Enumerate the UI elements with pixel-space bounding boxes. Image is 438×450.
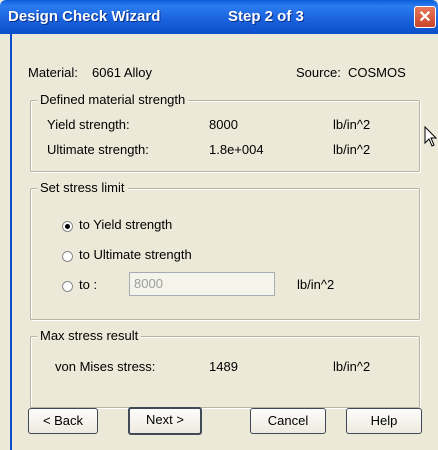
- radio-yield-strength[interactable]: [62, 221, 73, 232]
- defined-strength-group: Defined material strength Yield strength…: [30, 92, 420, 172]
- close-icon: ✕: [418, 9, 432, 26]
- custom-stress-input[interactable]: 8000: [129, 272, 275, 296]
- yield-strength-unit: lb/in^2: [333, 117, 371, 132]
- stress-limit-legend: Set stress limit: [37, 180, 128, 195]
- close-button[interactable]: ✕: [414, 6, 436, 28]
- yield-strength-value: 8000: [209, 117, 238, 132]
- ultimate-strength-unit: lb/in^2: [333, 142, 371, 157]
- cancel-button[interactable]: Cancel: [250, 408, 326, 434]
- custom-stress-unit: lb/in^2: [297, 277, 335, 292]
- radio-ultimate-strength[interactable]: [62, 251, 73, 262]
- radio-custom-value-label[interactable]: to :: [79, 277, 97, 292]
- help-button[interactable]: Help: [346, 408, 422, 434]
- source-label: Source:: [296, 65, 341, 80]
- von-mises-value: 1489: [209, 359, 238, 374]
- ultimate-strength-value: 1.8e+004: [209, 142, 264, 157]
- window-title: Design Check Wizard: [8, 8, 161, 25]
- ultimate-strength-label: Ultimate strength:: [47, 142, 149, 157]
- material-value: 6061 Alloy: [92, 65, 152, 80]
- dialog-body: Material: 6061 Alloy Source: COSMOS Defi…: [10, 34, 438, 450]
- step-indicator: Step 2 of 3: [228, 8, 304, 25]
- back-button[interactable]: < Back: [28, 408, 98, 434]
- radio-yield-strength-label[interactable]: to Yield strength: [79, 217, 172, 232]
- title-bar[interactable]: Design Check Wizard Step 2 of 3 ✕: [0, 0, 438, 34]
- design-check-wizard-window: Design Check Wizard Step 2 of 3 ✕ Materi…: [0, 0, 438, 450]
- radio-ultimate-strength-label[interactable]: to Ultimate strength: [79, 247, 192, 262]
- material-label: Material:: [28, 65, 78, 80]
- radio-custom-value[interactable]: [62, 281, 73, 292]
- max-stress-group: Max stress result von Mises stress: 1489…: [30, 328, 420, 408]
- mouse-cursor-icon: [424, 126, 438, 147]
- von-mises-label: von Mises stress:: [55, 359, 156, 374]
- stress-limit-group: Set stress limit to Yield strength to Ul…: [30, 180, 420, 320]
- source-value: COSMOS: [348, 65, 406, 80]
- yield-strength-label: Yield strength:: [47, 117, 130, 132]
- next-button[interactable]: Next >: [128, 407, 202, 435]
- von-mises-unit: lb/in^2: [333, 359, 371, 374]
- max-stress-legend: Max stress result: [37, 328, 142, 343]
- defined-strength-legend: Defined material strength: [37, 92, 189, 107]
